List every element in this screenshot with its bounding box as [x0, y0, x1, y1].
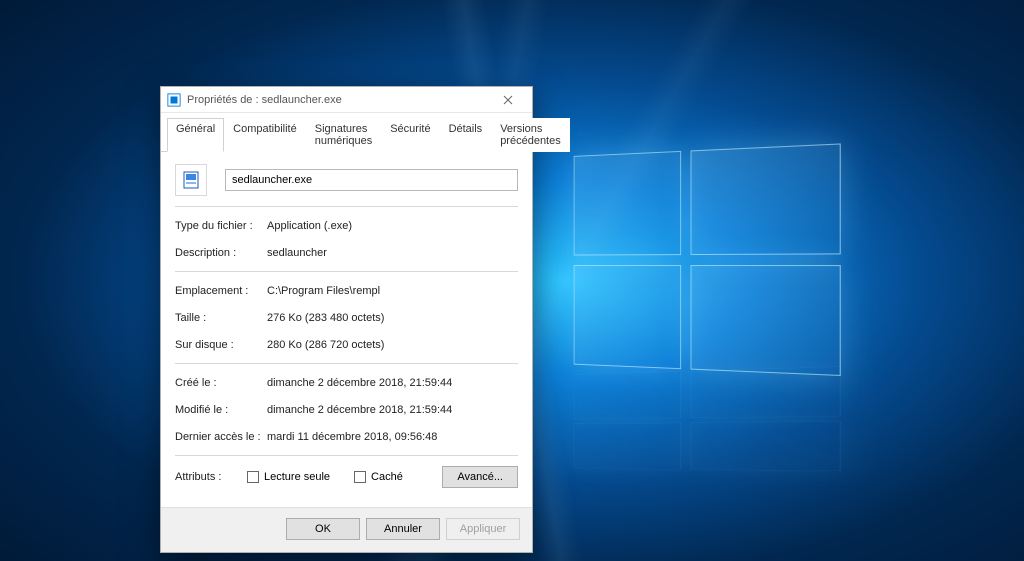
tab-security[interactable]: Sécurité	[381, 118, 439, 152]
ok-button[interactable]: OK	[286, 518, 360, 540]
description-value: sedlauncher	[267, 247, 327, 259]
readonly-checkbox[interactable]: Lecture seule	[247, 471, 330, 483]
windows-logo	[574, 143, 841, 386]
modified-label: Modifié le :	[175, 404, 267, 416]
checkbox-icon	[247, 471, 259, 483]
size-label: Taille :	[175, 312, 267, 324]
apply-button: Appliquer	[446, 518, 520, 540]
tab-previous-versions[interactable]: Versions précédentes	[491, 118, 570, 152]
separator	[175, 363, 518, 364]
accessed-value: mardi 11 décembre 2018, 09:56:48	[267, 431, 437, 443]
close-icon	[503, 95, 513, 105]
tab-panel-general: Type du fichier : Application (.exe) Des…	[161, 152, 532, 507]
file-type-label: Type du fichier :	[175, 220, 267, 232]
dialog-button-bar: OK Annuler Appliquer	[161, 507, 532, 552]
separator	[175, 455, 518, 456]
filename-input[interactable]	[225, 169, 518, 191]
window-title: Propriétés de : sedlauncher.exe	[187, 94, 488, 106]
tab-details[interactable]: Détails	[440, 118, 492, 152]
size-on-disk-label: Sur disque :	[175, 339, 267, 351]
tab-signatures[interactable]: Signatures numériques	[306, 118, 381, 152]
titlebar[interactable]: Propriétés de : sedlauncher.exe	[161, 87, 532, 113]
windows-logo-reflection	[574, 419, 841, 471]
size-on-disk-value: 280 Ko (286 720 octets)	[267, 339, 384, 351]
accessed-label: Dernier accès le :	[175, 431, 267, 443]
hidden-checkbox[interactable]: Caché	[354, 471, 403, 483]
close-button[interactable]	[488, 88, 528, 112]
file-type-value: Application (.exe)	[267, 220, 352, 232]
attributes-label: Attributs :	[175, 471, 247, 483]
location-value: C:\Program Files\rempl	[267, 285, 380, 297]
created-value: dimanche 2 décembre 2018, 21:59:44	[267, 377, 452, 389]
modified-value: dimanche 2 décembre 2018, 21:59:44	[267, 404, 452, 416]
separator	[175, 271, 518, 272]
size-value: 276 Ko (283 480 octets)	[267, 312, 384, 324]
checkbox-icon	[354, 471, 366, 483]
tab-strip: Général Compatibilité Signatures numériq…	[161, 113, 532, 152]
cancel-button[interactable]: Annuler	[366, 518, 440, 540]
advanced-button[interactable]: Avancé...	[442, 466, 518, 488]
description-label: Description :	[175, 247, 267, 259]
readonly-checkbox-label: Lecture seule	[264, 471, 330, 483]
tab-general[interactable]: Général	[167, 118, 224, 152]
created-label: Créé le :	[175, 377, 267, 389]
file-icon	[175, 164, 207, 196]
properties-dialog: Propriétés de : sedlauncher.exe Général …	[160, 86, 533, 553]
separator	[175, 206, 518, 207]
location-label: Emplacement :	[175, 285, 267, 297]
window-icon	[167, 93, 181, 107]
tab-compatibility[interactable]: Compatibilité	[224, 118, 306, 152]
hidden-checkbox-label: Caché	[371, 471, 403, 483]
